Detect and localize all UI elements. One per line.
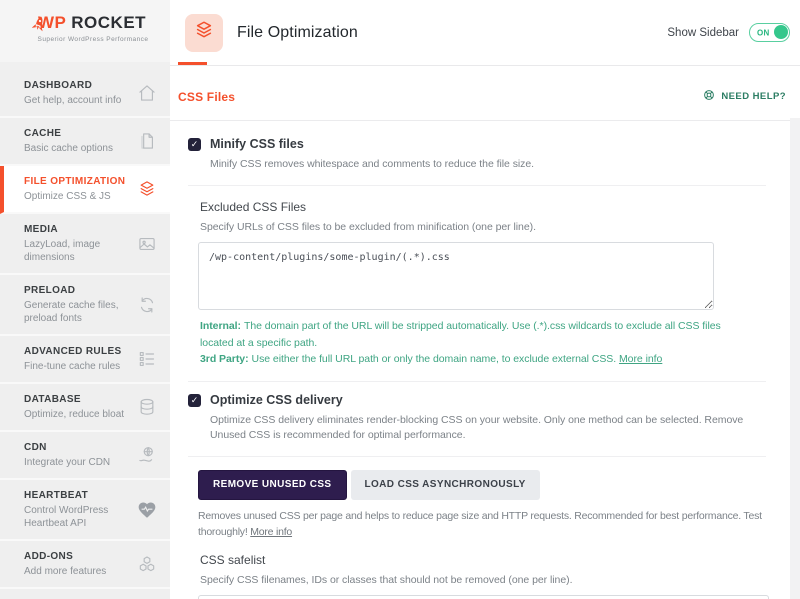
toggle-knob[interactable] [774,25,788,39]
divider [170,120,790,121]
cdn-icon [137,445,157,465]
optimize-css-delivery-checkbox[interactable] [188,394,201,407]
divider [188,381,766,382]
sidebar-item-image-optimization[interactable]: IMAGE OPTIMIZATION [0,589,170,599]
sidebar-item-label: DASHBOARD [24,79,130,93]
sidebar-item-cache[interactable]: CACHEBasic cache options [0,118,170,166]
rules-icon [137,349,157,369]
layers-icon [137,179,157,199]
optimize-css-delivery-description: Optimize CSS delivery eliminates render-… [210,413,770,443]
sidebar-item-heartbeat[interactable]: HEARTBEATControl WordPress Heartbeat API [0,480,170,541]
page-header: File Optimization Show Sidebar ON [170,0,800,66]
remove-unused-css-description: Removes unused CSS per page and helps to… [198,509,770,540]
page-background-gutter [790,118,800,599]
logo-tagline: Superior WordPress Performance [0,36,170,43]
section-heading: CSS Files [178,90,235,104]
css-safelist-textarea[interactable]: /wp-content/plugins/some-plugin/(.*).css… [198,595,769,599]
database-icon [137,397,157,417]
minify-css-label[interactable]: Minify CSS files [210,137,304,152]
toggle-state-label: ON [757,28,770,37]
css-files-section-header: CSS Files NEED HELP? [170,66,800,105]
third-party-label: 3rd Party: [200,353,249,365]
lifebuoy-icon [702,88,716,105]
sidebar-item-database[interactable]: DATABASEOptimize, reduce bloat [0,384,170,432]
divider [188,456,766,457]
minify-css-checkbox[interactable] [188,138,201,151]
nav-spacer [0,62,170,70]
heartbeat-icon [137,500,157,520]
sidebar-item-label: CDN [24,441,130,455]
layers-icon [193,19,215,46]
wp-rocket-settings-window: WP ROCKET Superior WordPress Performance… [0,0,800,599]
sidebar-item-label: CACHE [24,127,130,141]
sidebar-item-label: DATABASE [24,393,130,407]
divider [188,185,766,186]
sidebar-item-sublabel: Integrate your CDN [24,456,130,469]
remove-unused-css-button[interactable]: REMOVE UNUSED CSS [198,470,347,500]
main-panel: File Optimization Show Sidebar ON CSS Fi… [170,0,800,599]
minify-css-row: Minify CSS files [188,137,770,152]
sidebar-item-preload[interactable]: PRELOADGenerate cache files, preload fon… [0,275,170,336]
excluded-css-description: Specify URLs of CSS files to be excluded… [200,220,770,235]
css-safelist-label: CSS safelist [200,553,770,568]
sidebar-item-sublabel: Basic cache options [24,142,130,155]
preload-icon [137,295,157,315]
sidebar-item-sublabel: Optimize CSS & JS [24,190,130,203]
sidebar-item-sublabel: Fine-tune cache rules [24,360,130,373]
load-css-asynchronously-button[interactable]: LOAD CSS ASYNCHRONOUSLY [351,470,540,500]
excluded-css-textarea[interactable]: /wp-content/plugins/some-plugin/(.*).css [198,242,714,310]
sidebar-item-add-ons[interactable]: ADD-ONSAdd more features [0,541,170,589]
css-safelist-description: Specify CSS filenames, IDs or classes th… [200,573,770,588]
addons-icon [137,554,157,574]
excluded-css-label: Excluded CSS Files [200,200,770,215]
sidebar-item-file-optimization[interactable]: FILE OPTIMIZATIONOptimize CSS & JS [0,166,170,214]
exclusion-helper-text: Internal:The domain part of the URL will… [200,318,748,368]
file-optimization-badge [185,14,223,52]
wp-rocket-logo: WP ROCKET Superior WordPress Performance [0,0,170,62]
delivery-method-buttons: REMOVE UNUSED CSS LOAD CSS ASYNCHRONOUSL… [198,470,770,500]
sidebar-item-label: HEARTBEAT [24,489,130,503]
sidebar-item-dashboard[interactable]: DASHBOARDGet help, account info [0,70,170,118]
sidebar-item-cdn[interactable]: CDNIntegrate your CDN [0,432,170,480]
show-sidebar-label: Show Sidebar [667,27,739,39]
sidebar: WP ROCKET Superior WordPress Performance… [0,0,170,599]
active-tab-indicator [178,62,207,65]
sidebar-nav: DASHBOARDGet help, account infoCACHEBasi… [0,70,170,599]
sidebar-item-label: PRELOAD [24,284,130,298]
home-icon [137,83,157,103]
sidebar-item-label: ADVANCED RULES [24,345,130,359]
sidebar-item-advanced-rules[interactable]: ADVANCED RULESFine-tune cache rules [0,336,170,384]
sidebar-item-sublabel: Optimize, reduce bloat [24,408,130,421]
optimize-css-delivery-row: Optimize CSS delivery [188,393,770,408]
more-info-link[interactable]: More info [250,525,292,540]
cache-icon [137,131,157,151]
logo-text: WP ROCKET [0,13,170,33]
sidebar-item-sublabel: Add more features [24,565,130,578]
need-help-link[interactable]: NEED HELP? [702,88,786,105]
sidebar-item-sublabel: Generate cache files, preload fonts [24,299,130,325]
sidebar-item-sublabel: Control WordPress Heartbeat API [24,504,130,530]
page-title: File Optimization [237,24,358,42]
sidebar-item-label: MEDIA [24,223,130,237]
sidebar-item-label: ADD-ONS [24,550,130,564]
header-right: Show Sidebar ON [667,23,800,42]
more-info-link[interactable]: More info [619,353,662,365]
sidebar-item-media[interactable]: MEDIALazyLoad, image dimensions [0,214,170,275]
css-files-fieldsets: Minify CSS files Minify CSS removes whit… [170,137,800,599]
sidebar-item-sublabel: LazyLoad, image dimensions [24,238,130,264]
minify-css-description: Minify CSS removes whitespace and commen… [210,157,770,172]
optimize-css-delivery-label[interactable]: Optimize CSS delivery [210,393,343,408]
internal-label: Internal: [200,320,241,332]
sidebar-item-label: FILE OPTIMIZATION [24,175,130,189]
media-icon [137,234,157,254]
sidebar-item-sublabel: Get help, account info [24,94,130,107]
show-sidebar-toggle[interactable]: ON [749,23,790,42]
